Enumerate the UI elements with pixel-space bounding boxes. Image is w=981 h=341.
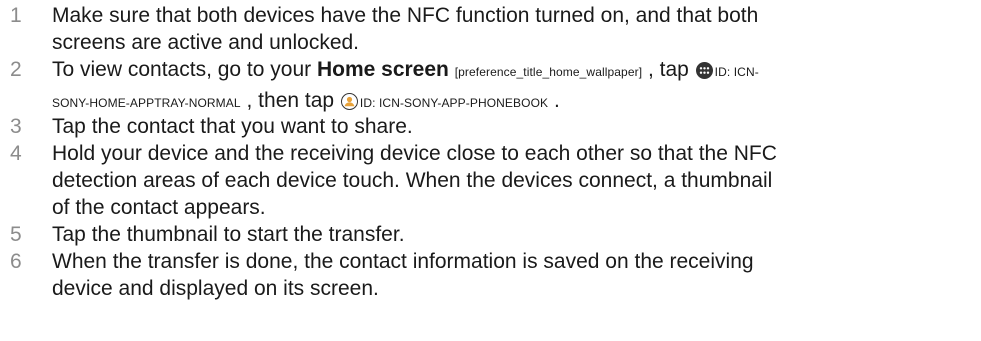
- instruction-steps: 1 Make sure that both devices have the N…: [0, 0, 981, 341]
- step-line: detection areas of each device touch. Wh…: [52, 169, 773, 192]
- step-line: device and displayed on its screen.: [52, 277, 379, 300]
- phonebook-icon-id: ID: ICN-SONY-APP-PHONEBOOK: [359, 96, 549, 110]
- step-number: 4: [10, 142, 22, 165]
- step-text: When the transfer is done, the contact i…: [52, 248, 972, 302]
- step-line: Make sure that both devices have the NFC…: [52, 4, 759, 27]
- preference-tag: [preference_title_home_wallpaper]: [454, 65, 643, 79]
- step-line: When the transfer is done, the contact i…: [52, 250, 754, 273]
- step-text-segment: , tap: [642, 58, 695, 81]
- step-text-segment: .: [548, 89, 560, 112]
- step-line: of the contact appears.: [52, 196, 266, 219]
- step-line: screens are active and unlocked.: [52, 31, 360, 54]
- step-text: Hold your device and the receiving devic…: [52, 140, 972, 221]
- home-screen-term: Home screen: [316, 58, 449, 81]
- step-line: Tap the thumbnail to start the transfer.: [52, 223, 405, 246]
- step-number: 5: [10, 223, 22, 246]
- step-text-segment: , then tap: [240, 89, 340, 112]
- apptray-icon-id: SONY-HOME-APPTRAY-NORMAL: [52, 96, 241, 110]
- step-text-segment: To view contacts, go to your: [52, 58, 317, 81]
- step-text: Make sure that both devices have the NFC…: [52, 2, 972, 56]
- step-text: To view contacts, go to your Home screen…: [52, 56, 972, 118]
- step-text: Tap the thumbnail to start the transfer.: [52, 221, 972, 248]
- step-number: 1: [10, 4, 22, 27]
- step-number: 2: [10, 58, 22, 81]
- apptray-icon: [695, 59, 713, 79]
- step-text: Tap the contact that you want to share.: [52, 113, 972, 140]
- step-number: 3: [10, 115, 22, 138]
- step-line: Tap the contact that you want to share.: [52, 115, 413, 138]
- step-line: To view contacts, go to your Home screen…: [52, 56, 972, 86]
- phonebook-icon: [340, 89, 358, 110]
- apptray-icon-id: ID: ICN-: [714, 65, 759, 79]
- step-number: 6: [10, 250, 22, 273]
- step-line: Hold your device and the receiving devic…: [52, 142, 777, 165]
